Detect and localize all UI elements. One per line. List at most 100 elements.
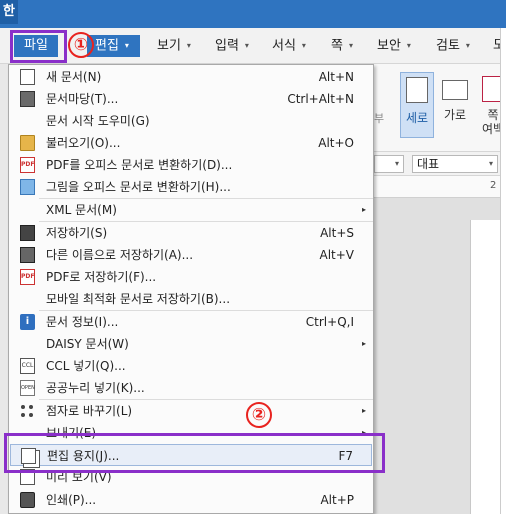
menu-item-label: XML 문서(M): [46, 203, 117, 217]
menu-view[interactable]: 보기 ▾: [157, 36, 191, 56]
menu-item-image-convert[interactable]: 그림을 오피스 문서로 변환하기(H)...: [10, 176, 372, 198]
app-logo: 한: [0, 0, 18, 24]
menu-item-save[interactable]: 저장하기(S) Alt+S: [10, 222, 372, 244]
ribbon-side-mark: 부: [374, 112, 385, 125]
menu-security-label: 보안: [377, 38, 401, 54]
chevron-down-icon: ▾: [406, 41, 411, 50]
menu-format-label: 서식: [272, 38, 296, 54]
template-icon: [20, 91, 35, 107]
braille-icon: [20, 403, 35, 419]
menu-item-pdf-convert[interactable]: PDF PDF를 오피스 문서로 변환하기(D)...: [10, 154, 372, 176]
ccl-icon: CCL: [20, 358, 35, 374]
print-icon: [20, 492, 35, 508]
open-folder-icon: [20, 135, 35, 151]
menu-item-label: 점자로 바꾸기(L): [46, 404, 133, 418]
portrait-button[interactable]: 세로: [400, 72, 434, 138]
menu-page[interactable]: 쪽 ▾: [331, 36, 353, 56]
menu-page-label: 쪽: [331, 38, 343, 54]
menu-insert[interactable]: 입력 ▾: [215, 36, 249, 56]
chevron-down-icon: ▾: [186, 41, 191, 50]
image-convert-icon: [20, 179, 35, 195]
document-area: [372, 198, 506, 514]
menu-item-start-assistant[interactable]: 문서 시작 도우미(G): [10, 110, 372, 132]
menu-item-doc-info[interactable]: i 문서 정보(I)... Ctrl+Q,I: [10, 311, 372, 333]
menu-item-open[interactable]: 불러오기(O)... Alt+O: [10, 132, 372, 154]
menu-item-label: 저장하기(S): [46, 226, 108, 240]
chevron-down-icon: ▾: [301, 41, 306, 50]
chevron-down-icon: ▾: [465, 41, 470, 50]
menu-item-label: DAISY 문서(W): [46, 337, 129, 351]
menu-item-shortcut: Ctrl+Alt+N: [287, 92, 354, 106]
right-edge: [500, 28, 506, 514]
new-document-icon: [20, 69, 35, 85]
chevron-down-icon: ▾: [244, 41, 249, 50]
menu-review[interactable]: 검토 ▾: [436, 36, 470, 56]
menu-item-label: 새 문서(N): [46, 70, 102, 84]
menu-item-shortcut: Alt+V: [319, 248, 354, 262]
landscape-icon: [442, 80, 468, 100]
menu-edit-label: 편집: [95, 38, 119, 54]
menu-format[interactable]: 서식 ▾: [272, 36, 306, 56]
chevron-down-icon: ▾: [124, 41, 129, 50]
open-license-icon: OPEN: [20, 380, 35, 396]
menu-item-label: 공공누리 넣기(K)...: [46, 381, 145, 395]
menu-item-label: 인쇄(P)...: [46, 493, 97, 507]
menu-insert-label: 입력: [215, 38, 239, 54]
menu-item-save-mobile[interactable]: 모바일 최적화 문서로 저장하기(B)...: [10, 288, 372, 310]
step-1-marker: ①: [68, 32, 94, 58]
menu-item-open-license[interactable]: OPEN 공공누리 넣기(K)...: [10, 377, 372, 399]
menu-review-label: 검토: [436, 38, 460, 54]
save-icon: [20, 225, 35, 241]
landscape-button[interactable]: 가로: [438, 72, 472, 138]
menu-item-label: 모바일 최적화 문서로 저장하기(B)...: [46, 292, 231, 306]
pdf-icon: PDF: [20, 269, 35, 285]
menu-item-shortcut: Alt+O: [318, 136, 354, 150]
menu-security[interactable]: 보안 ▾: [377, 36, 411, 56]
title-bar: 한: [0, 0, 506, 28]
menu-item-braille[interactable]: 점자로 바꾸기(L) ▸: [10, 400, 372, 422]
save-as-icon: [20, 247, 35, 263]
chevron-down-icon: ▾: [394, 159, 399, 168]
menu-item-shortcut: Alt+P: [320, 493, 354, 507]
menu-item-xml[interactable]: XML 문서(M) ▸: [10, 199, 372, 221]
menu-item-label: 문서 시작 도우미(G): [46, 114, 150, 128]
ruler: 2: [372, 176, 506, 198]
portrait-icon: [406, 77, 428, 103]
menu-item-label: PDF로 저장하기(F)...: [46, 270, 157, 284]
menu-view-label: 보기: [157, 38, 181, 54]
pdf-icon: PDF: [20, 157, 35, 173]
submenu-arrow-icon: ▸: [361, 339, 366, 348]
style-combo[interactable]: 대표 ▾: [412, 155, 498, 173]
style-value: 대표: [417, 157, 440, 171]
chevron-down-icon: ▾: [488, 159, 493, 168]
font-size-combo[interactable]: ▾: [374, 155, 404, 173]
menu-item-label: 문서 정보(I)...: [46, 315, 119, 329]
menu-item-save-pdf[interactable]: PDF PDF로 저장하기(F)...: [10, 266, 372, 288]
menu-item-label: 문서마당(T)...: [46, 92, 119, 106]
menu-item-label: 그림을 오피스 문서로 변환하기(H)...: [46, 180, 231, 194]
menu-item-print[interactable]: 인쇄(P)... Alt+P: [10, 489, 372, 511]
ruler-mark: 2: [490, 180, 497, 191]
submenu-arrow-icon: ▸: [361, 205, 366, 214]
highlight-file-menu: [10, 30, 67, 63]
step-2-marker: ②: [246, 402, 272, 428]
format-bar: ▾ 대표 ▾: [372, 152, 506, 176]
menu-item-shortcut: Alt+N: [318, 70, 354, 84]
info-icon: i: [20, 314, 35, 330]
menu-item-save-as[interactable]: 다른 이름으로 저장하기(A)... Alt+V: [10, 244, 372, 266]
menu-item-label: PDF를 오피스 문서로 변환하기(D)...: [46, 158, 233, 172]
landscape-label: 가로: [443, 108, 467, 122]
chevron-down-icon: ▾: [348, 41, 353, 50]
menu-item-new-document[interactable]: 새 문서(N) Alt+N: [10, 66, 372, 88]
portrait-label: 세로: [405, 111, 429, 125]
menu-item-template[interactable]: 문서마당(T)... Ctrl+Alt+N: [10, 88, 372, 110]
menu-item-shortcut: Alt+S: [320, 226, 354, 240]
menu-item-label: 다른 이름으로 저장하기(A)...: [46, 248, 194, 262]
menu-item-daisy[interactable]: DAISY 문서(W) ▸: [10, 333, 372, 355]
menu-edit[interactable]: 편집 ▾: [87, 35, 140, 57]
menu-item-ccl[interactable]: CCL CCL 넣기(Q)...: [10, 355, 372, 377]
ribbon-page-layout: 부 세로 가로 쪽 여백: [372, 64, 506, 152]
highlight-page-setup: [4, 433, 385, 473]
submenu-arrow-icon: ▸: [361, 406, 366, 415]
menu-item-label: 불러오기(O)...: [46, 136, 121, 150]
